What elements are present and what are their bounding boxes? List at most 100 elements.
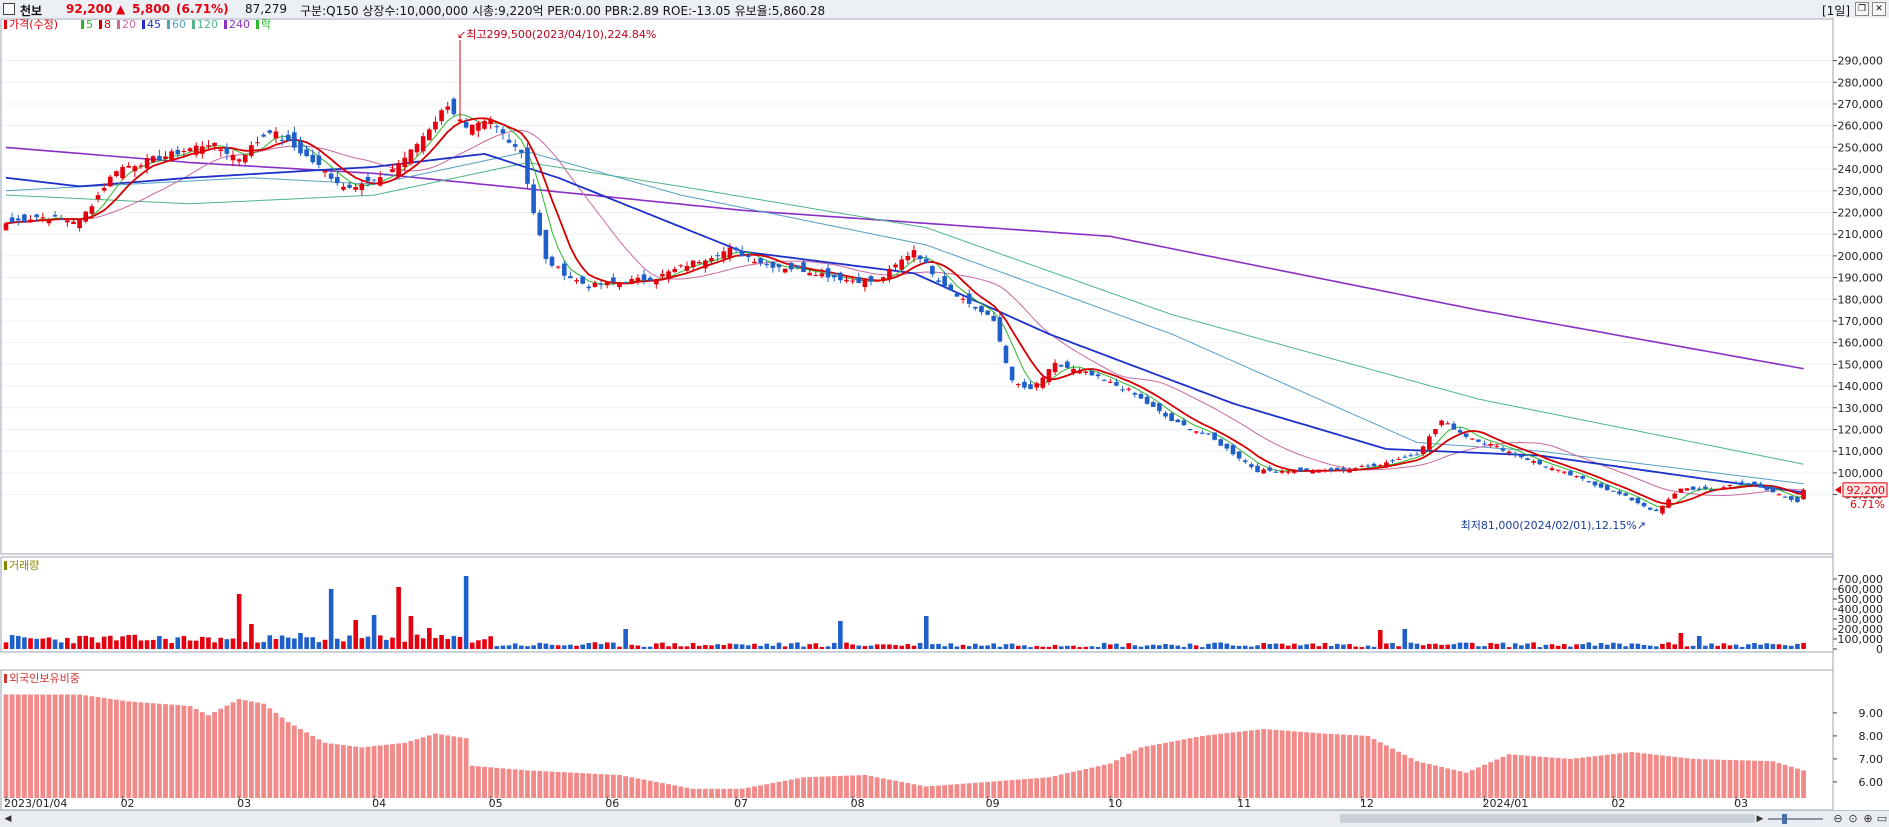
foreign-bar <box>230 702 236 798</box>
candle <box>629 279 635 285</box>
candle <box>1420 446 1426 455</box>
zoom-slider-knob[interactable] <box>1782 814 1787 824</box>
foreign-bar <box>1506 754 1512 798</box>
foreign-tick-label: 8.00 <box>1859 730 1884 743</box>
volume-bar <box>138 640 144 649</box>
price-tick-label: 150,000 <box>1838 358 1884 371</box>
candle <box>83 211 89 222</box>
foreign-bar <box>1175 740 1181 798</box>
foreign-bar <box>236 699 242 798</box>
candle <box>1494 445 1500 447</box>
date-label: 04 <box>372 797 386 810</box>
volume-bar <box>396 587 401 649</box>
candle <box>451 98 457 115</box>
zoom-out-icon[interactable]: ⊖ <box>1832 813 1844 825</box>
candle <box>181 150 187 152</box>
foreign-bar <box>660 783 665 798</box>
candle <box>543 230 549 259</box>
period-button[interactable]: [1일] <box>1822 2 1850 19</box>
candle <box>359 183 365 191</box>
restore-icon[interactable]: ❐ <box>1855 2 1869 16</box>
volume-bar <box>1690 645 1696 649</box>
foreign-bar <box>101 697 107 798</box>
candle <box>230 154 236 161</box>
volume-bar <box>746 645 751 649</box>
scroll-thumb[interactable] <box>1340 814 1755 823</box>
current-price: 92,200 <box>66 2 113 16</box>
candle <box>960 298 966 300</box>
volume-bar <box>580 644 585 649</box>
volume-bar <box>261 641 266 649</box>
volume-bar <box>586 642 592 649</box>
stock-select-checkbox[interactable] <box>3 3 15 15</box>
foreign-bar <box>224 705 230 798</box>
candle <box>1046 369 1052 383</box>
scroll-left-icon[interactable]: ◀ <box>2 813 14 825</box>
candle <box>1224 443 1230 449</box>
candle <box>1746 483 1751 485</box>
foreign-bar <box>568 772 573 798</box>
candle <box>770 262 776 268</box>
candle <box>114 171 119 177</box>
foreign-bar <box>181 705 187 798</box>
zoom-slider-track[interactable] <box>1768 818 1823 820</box>
candle <box>948 284 954 291</box>
volume-bar <box>1445 644 1451 649</box>
volume-bar <box>960 644 966 649</box>
candle <box>390 169 395 173</box>
volume-bar <box>727 643 733 649</box>
candle <box>236 159 242 162</box>
volume-bar <box>617 646 622 649</box>
volume-bar <box>390 637 395 649</box>
volume-bar <box>1758 644 1763 649</box>
candle <box>1776 494 1782 496</box>
candle <box>469 124 475 135</box>
scroll-right-icon[interactable]: ▶ <box>1754 813 1766 825</box>
candle <box>138 165 144 167</box>
candle <box>893 264 898 268</box>
candle <box>715 255 720 257</box>
candle <box>1255 465 1260 472</box>
candle <box>132 166 138 172</box>
foreign-bar <box>1598 755 1604 798</box>
zoom-in-icon[interactable]: ⊕ <box>1862 813 1874 825</box>
volume-bar <box>936 643 941 649</box>
candle <box>801 262 806 272</box>
volume-bar <box>144 640 150 649</box>
candle <box>1249 464 1254 467</box>
candle <box>46 220 52 224</box>
candle <box>942 276 947 287</box>
foreign-tick-label: 7.00 <box>1859 753 1884 766</box>
foreign-bar <box>1138 747 1144 798</box>
foreign-bar <box>776 781 782 798</box>
foreign-bar <box>212 711 217 798</box>
foreign-bar <box>1604 754 1610 798</box>
close-icon[interactable]: ✕ <box>1872 2 1886 16</box>
foreign-bar <box>89 696 95 798</box>
candle <box>739 250 745 257</box>
fullscreen-icon[interactable]: ▭ <box>1876 813 1888 825</box>
foreign-bar <box>1727 759 1733 798</box>
volume-bar <box>1604 644 1610 649</box>
foreign-bar <box>1408 758 1414 798</box>
chart-area[interactable]: 290,000 280,000 270,000 260,000 250,000 240,0… <box>0 18 1889 810</box>
volume-bar <box>1672 644 1678 649</box>
scroll-bar[interactable]: ◀ ▶ ⊖ ⊙ ⊕ ▭ <box>0 810 1889 827</box>
candle <box>1654 509 1659 512</box>
volume-bar <box>1678 633 1684 649</box>
foreign-bar <box>371 746 377 798</box>
zoom-reset-icon[interactable]: ⊙ <box>1847 813 1859 825</box>
candle <box>1617 491 1622 495</box>
foreign-bar <box>604 774 610 798</box>
price-tick-label: 120,000 <box>1838 423 1884 436</box>
foreign-bar <box>1512 754 1518 798</box>
volume-bar <box>433 637 438 649</box>
price-tick-label: 100,000 <box>1838 467 1884 480</box>
foreign-bar <box>1390 748 1395 798</box>
price-tick-label: 250,000 <box>1838 141 1884 154</box>
foreign-bar <box>942 785 948 798</box>
legend-label: 외국인보유비중 <box>9 672 80 685</box>
volume-bar <box>561 645 567 649</box>
candle <box>1347 469 1352 473</box>
candle <box>1414 454 1420 456</box>
